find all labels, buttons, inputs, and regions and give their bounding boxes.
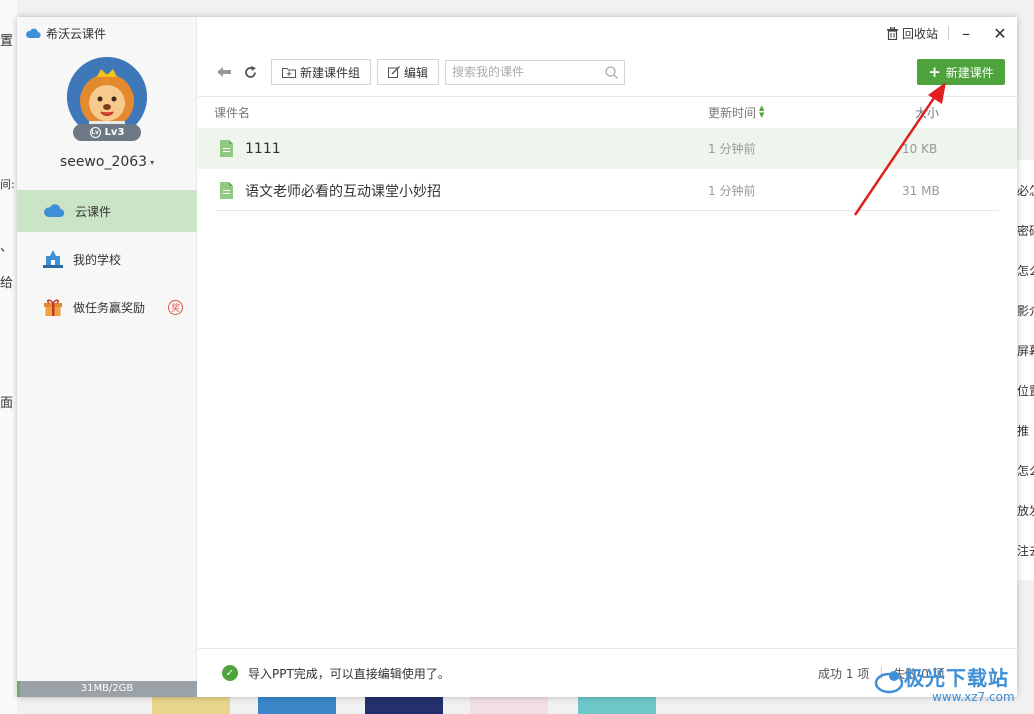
background-text: 置 bbox=[0, 34, 14, 49]
reward-badge: 奖 bbox=[168, 299, 183, 315]
background-text: 密码 bbox=[1017, 224, 1034, 238]
background-text: 间: bbox=[0, 178, 15, 191]
background-text: 面 bbox=[0, 396, 14, 411]
new-group-button[interactable]: 新建课件组 bbox=[271, 59, 372, 85]
background-text: 放发 bbox=[1017, 504, 1034, 518]
recycle-bin-button[interactable]: 回收站 bbox=[879, 26, 949, 41]
sidebar: 希沃云课件 Lv Lv3 seewo_2063 ▾ 云课件 我的学校 做任务赢奖… bbox=[17, 17, 197, 697]
new-folder-icon bbox=[282, 67, 296, 78]
background-text: 注去 bbox=[1017, 544, 1034, 558]
background-left-strip: 置 间: 、 给 面 bbox=[0, 0, 17, 714]
check-circle-icon: ✓ bbox=[222, 665, 238, 681]
background-thumbnail bbox=[578, 694, 656, 714]
level-text: Lv3 bbox=[104, 127, 125, 138]
background-text: 推 bbox=[1017, 424, 1030, 438]
column-header-name[interactable]: 课件名 bbox=[214, 104, 250, 121]
file-size: 31 MB bbox=[902, 183, 940, 198]
watermark-url: www.xz7.com bbox=[932, 690, 1015, 704]
file-name: 语文老师必看的互动课堂小妙招 bbox=[245, 183, 441, 200]
background-thumbnail bbox=[470, 694, 548, 714]
edit-icon bbox=[388, 66, 400, 78]
cloud-icon bbox=[26, 28, 41, 39]
watermark-title: 极光下载站 bbox=[904, 666, 1009, 690]
plus-icon: + bbox=[928, 62, 941, 81]
sidebar-item-label: 云课件 bbox=[75, 204, 112, 219]
minimize-icon: – bbox=[962, 23, 970, 43]
trash-icon bbox=[886, 26, 898, 40]
watermark: 极光下载站 www.xz7.com bbox=[874, 662, 1034, 714]
storage-text: 31MB/2GB bbox=[80, 683, 134, 694]
username-text: seewo_2063 bbox=[59, 154, 148, 170]
minimize-button[interactable]: – bbox=[949, 17, 983, 49]
courseware-window: 希沃云课件 Lv Lv3 seewo_2063 ▾ 云课件 我的学校 做任务赢奖… bbox=[17, 17, 1017, 697]
close-button[interactable]: ✕ bbox=[983, 17, 1017, 49]
background-text: 怎么 bbox=[1017, 464, 1034, 478]
watermark-logo-icon bbox=[874, 671, 904, 694]
background-text: 怎么 bbox=[1017, 264, 1034, 278]
file-updated-time: 1 分钟前 bbox=[708, 142, 756, 156]
background-text: 必怎 bbox=[1017, 184, 1034, 198]
sidebar-item-my-school[interactable]: 我的学校 bbox=[17, 238, 197, 280]
background-text: 给 bbox=[0, 276, 14, 291]
recycle-bin-label: 回收站 bbox=[901, 26, 938, 41]
app-title-text: 希沃云课件 bbox=[46, 27, 107, 41]
table-row[interactable]: 语文老师必看的互动课堂小妙招 1 分钟前 31 MB bbox=[198, 170, 1017, 211]
sidebar-item-label: 我的学校 bbox=[73, 252, 122, 267]
file-icon bbox=[220, 140, 233, 157]
search-box bbox=[445, 59, 626, 85]
close-icon: ✕ bbox=[993, 23, 1007, 43]
file-icon bbox=[220, 182, 233, 199]
new-courseware-label: 新建课件 bbox=[945, 65, 994, 80]
edit-label: 编辑 bbox=[404, 65, 429, 80]
chevron-down-icon: ▾ bbox=[150, 157, 155, 167]
storage-fill bbox=[17, 681, 20, 697]
table-header: 课件名 更新时间 ▲ ▼ 大小 bbox=[198, 97, 1017, 127]
back-button[interactable] bbox=[213, 59, 235, 85]
background-text: 屏幕 bbox=[1017, 344, 1034, 358]
sidebar-item-tasks-rewards[interactable]: 做任务赢奖励 奖 bbox=[17, 286, 197, 328]
column-header-size[interactable]: 大小 bbox=[915, 104, 939, 121]
sidebar-item-cloud-courseware[interactable]: 云课件 bbox=[17, 190, 197, 232]
level-badge: Lv Lv3 bbox=[73, 124, 141, 141]
sort-icon: ▲ ▼ bbox=[759, 104, 765, 119]
status-message: 导入PPT完成，可以直接编辑使用了。 bbox=[248, 666, 450, 681]
file-updated-time: 1 分钟前 bbox=[708, 184, 756, 198]
column-header-time[interactable]: 更新时间 ▲ ▼ bbox=[708, 104, 764, 121]
file-size: 10 KB bbox=[902, 141, 938, 156]
back-arrow-icon bbox=[217, 67, 231, 77]
new-courseware-button[interactable]: + 新建课件 bbox=[917, 59, 1005, 85]
column-header-time-label: 更新时间 bbox=[708, 105, 757, 120]
cloud-icon bbox=[44, 204, 65, 218]
background-text: 影介 bbox=[1017, 304, 1034, 318]
new-group-label: 新建课件组 bbox=[300, 65, 361, 80]
toolbar: 新建课件组 编辑 bbox=[213, 59, 626, 85]
sidebar-item-label: 做任务赢奖励 bbox=[73, 300, 146, 315]
background-text: 、 bbox=[0, 240, 14, 255]
background-thumbnail bbox=[258, 694, 336, 714]
app-title: 希沃云课件 bbox=[25, 25, 106, 42]
gift-icon bbox=[44, 299, 62, 316]
search-input[interactable] bbox=[452, 65, 606, 79]
background-thumbnail bbox=[152, 694, 230, 714]
refresh-button[interactable] bbox=[239, 59, 261, 85]
background-text: 位置 bbox=[1017, 384, 1034, 398]
level-icon: Lv bbox=[89, 127, 101, 138]
storage-bar: 31MB/2GB bbox=[17, 681, 197, 697]
row-divider bbox=[216, 210, 999, 211]
background-thumbnail bbox=[365, 694, 443, 714]
refresh-icon bbox=[244, 65, 256, 78]
file-name: 1111 bbox=[245, 140, 281, 157]
search-icon[interactable] bbox=[605, 65, 618, 79]
title-bar-controls: 回收站 – ✕ bbox=[879, 17, 1017, 49]
edit-button[interactable]: 编辑 bbox=[377, 59, 440, 85]
success-count: 成功 1 项 bbox=[818, 666, 870, 681]
school-icon bbox=[43, 250, 63, 268]
username-dropdown[interactable]: seewo_2063 ▾ bbox=[17, 154, 197, 170]
table-row[interactable]: 1111 1 分钟前 10 KB bbox=[198, 128, 1017, 169]
